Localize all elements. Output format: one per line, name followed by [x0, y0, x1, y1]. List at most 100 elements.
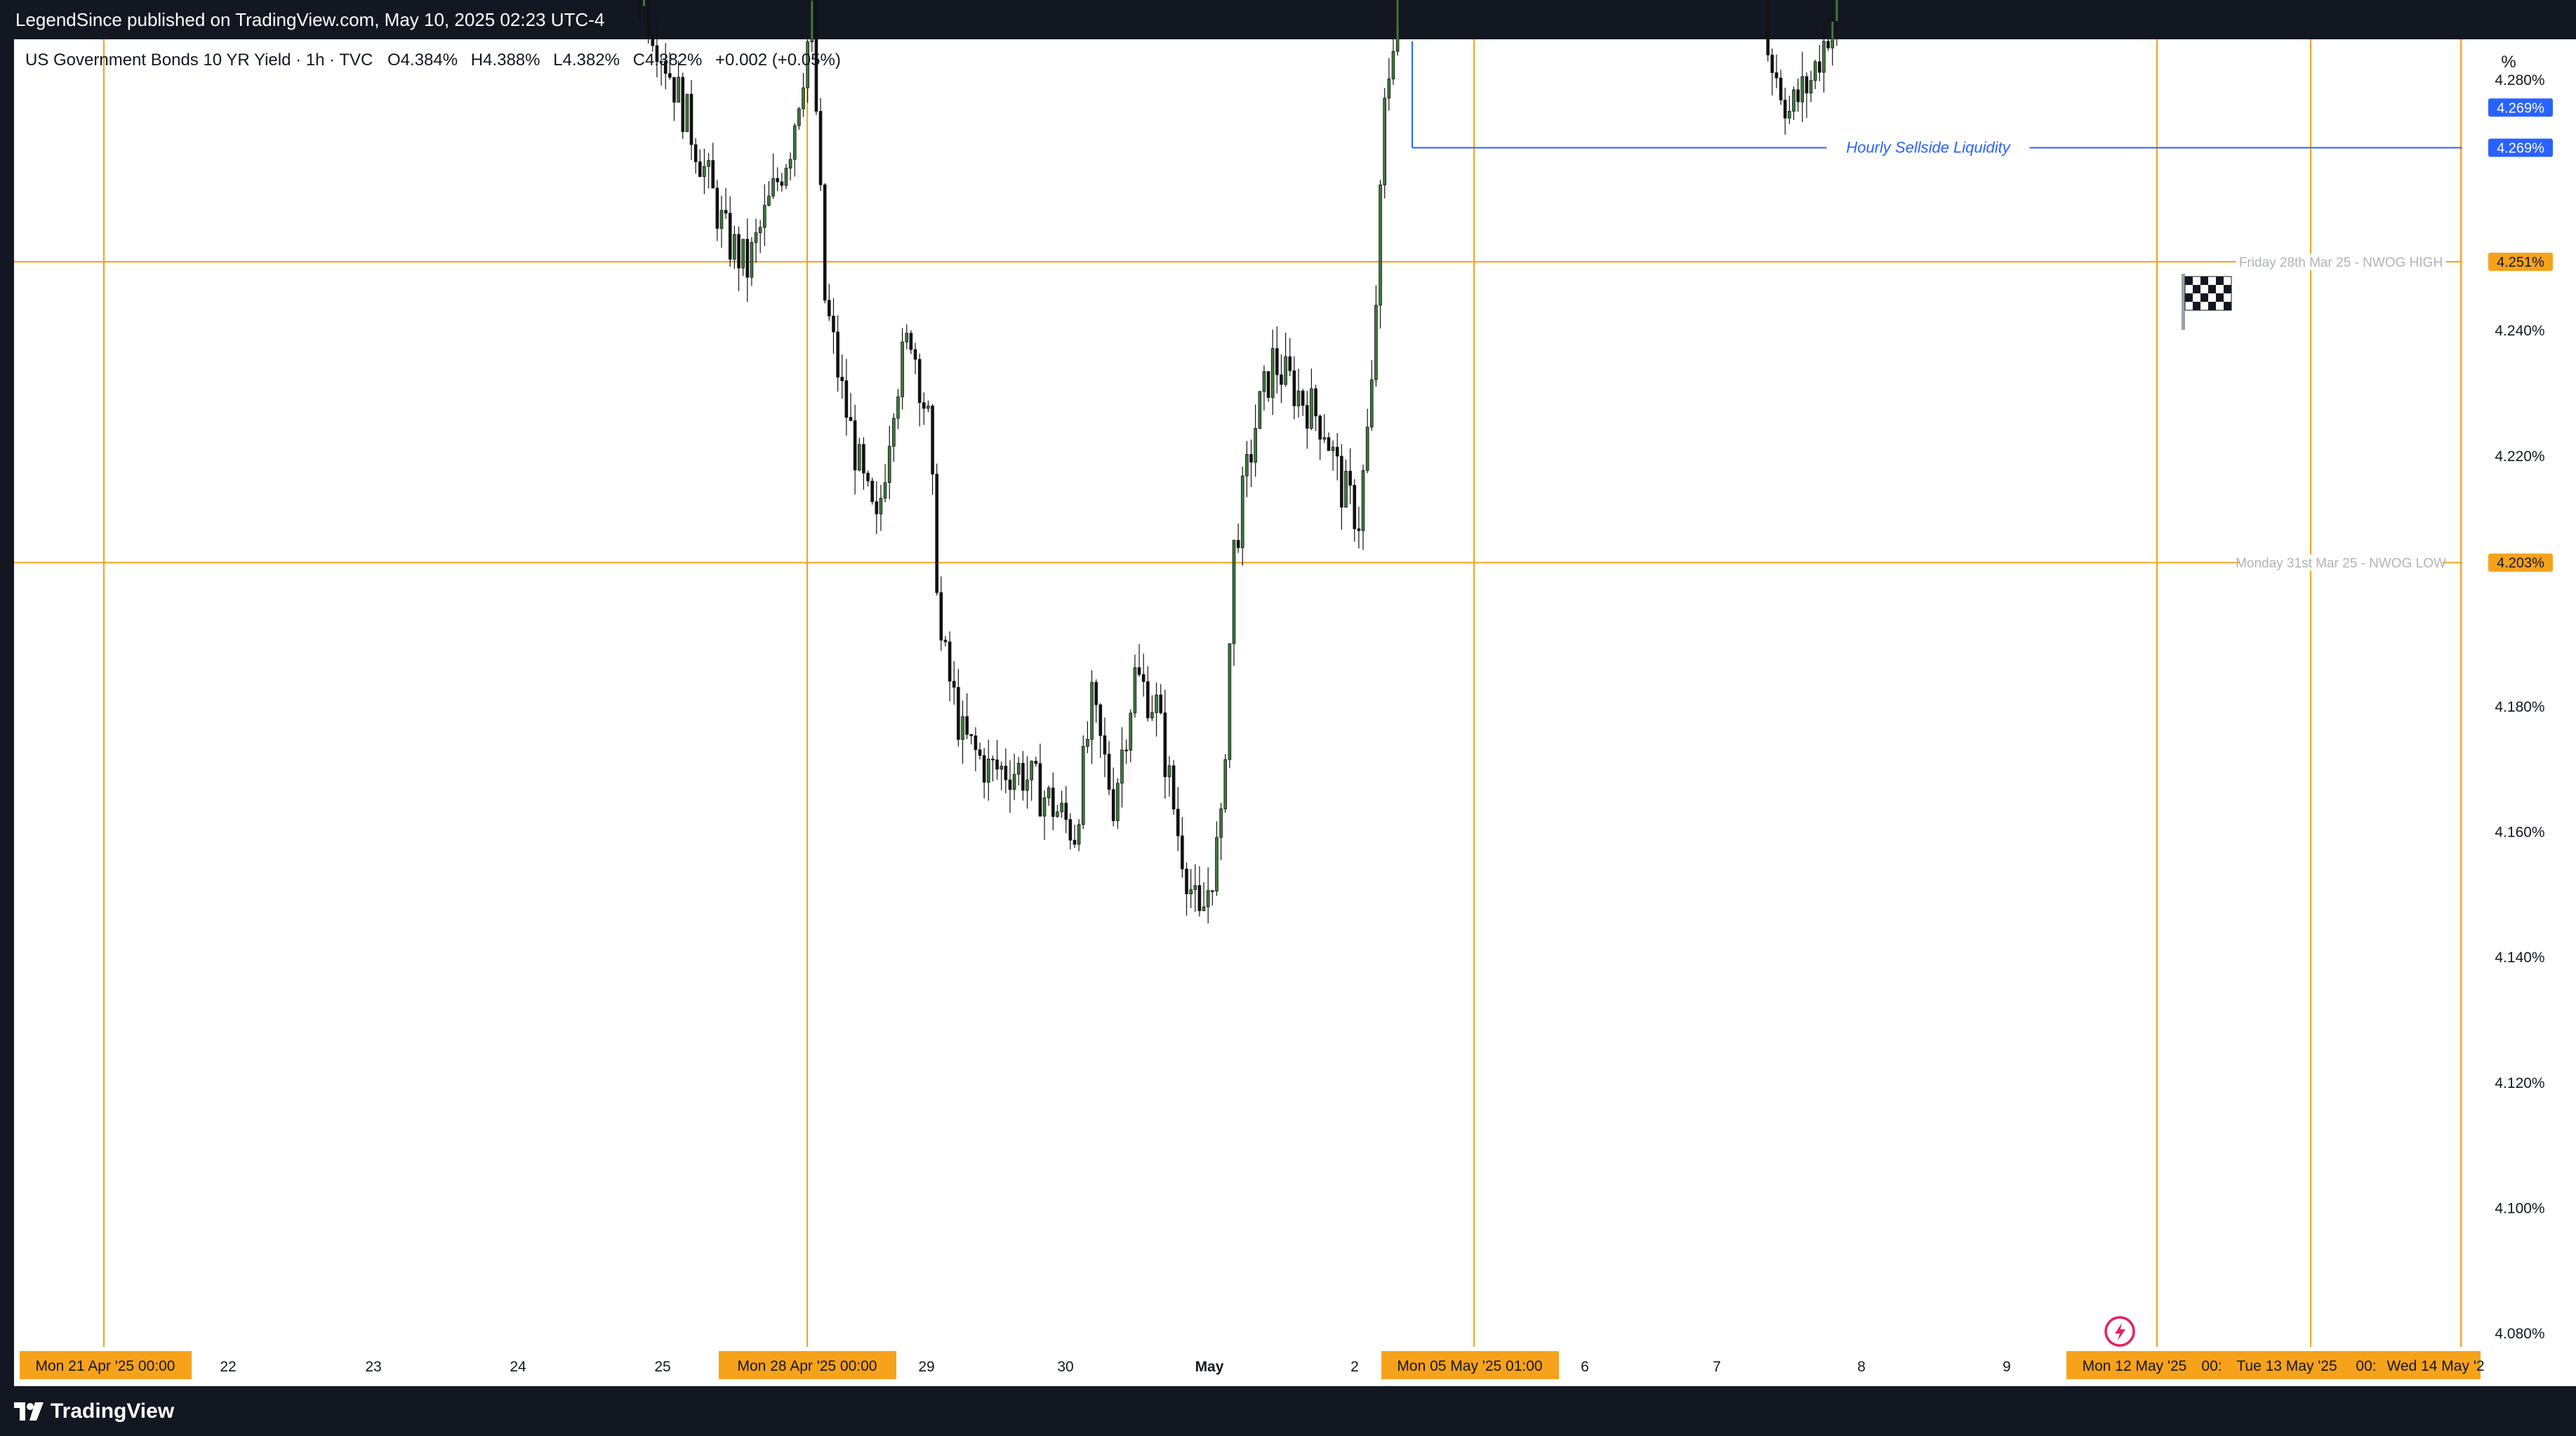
candle-body — [828, 300, 831, 317]
candle-body — [905, 333, 909, 343]
candle-body — [719, 210, 724, 229]
candle-body — [1301, 390, 1305, 406]
candle-body — [1181, 835, 1184, 870]
candle-body — [638, 0, 642, 7]
candle-body — [1171, 765, 1176, 810]
price-tag-label: 4.251% — [2497, 255, 2544, 270]
candle-body — [1310, 388, 1313, 429]
candle-body — [1223, 759, 1228, 809]
tradingview-logo-icon — [14, 1402, 44, 1421]
x-tick-label: 8 — [1857, 1359, 1866, 1375]
candle-body — [866, 472, 870, 481]
candle-body — [1318, 415, 1322, 440]
session-x-label: 00: — [2201, 1358, 2222, 1374]
y-tick-label: 4.240% — [2495, 323, 2544, 339]
candle-body — [1387, 78, 1391, 99]
candle-body — [1766, 0, 1770, 55]
candle-body — [1245, 454, 1249, 477]
candle-body — [1116, 783, 1120, 821]
price-chart[interactable]: Hourly Buyside LiquidityNDOG - Wed 23rd … — [0, 0, 2576, 1436]
candle-body — [1232, 540, 1236, 644]
candle-body — [840, 376, 844, 381]
candle-body — [1030, 761, 1033, 780]
candle-body — [1133, 667, 1137, 714]
plot-background — [14, 39, 2462, 1386]
candle-body — [818, 111, 823, 185]
candle-body — [974, 735, 978, 750]
candle-body — [1051, 787, 1055, 817]
candle-body — [875, 501, 879, 514]
candle-body — [1159, 694, 1162, 714]
candle-body — [965, 716, 969, 735]
candle-body — [1249, 454, 1253, 463]
candle-body — [1236, 540, 1240, 548]
candle-body — [750, 242, 754, 278]
candle-body — [1141, 674, 1146, 682]
candle-body — [991, 758, 995, 761]
candle-body — [698, 161, 702, 177]
candle-body — [1361, 470, 1365, 531]
candle-body — [931, 406, 934, 474]
candle-body — [862, 444, 865, 474]
candle-body — [1292, 370, 1296, 406]
x-axis[interactable]: 22 23 24 25 29 30 May 2 6 7 8 9 Mon 21 Apr '25 00:00… — [14, 1347, 2485, 1386]
candle-body — [823, 184, 827, 301]
candle-body — [1081, 745, 1085, 825]
candle-body — [1000, 766, 1004, 770]
price-tag-label: 4.269% — [2497, 100, 2544, 116]
candle-body — [1270, 348, 1275, 398]
candle-body — [883, 482, 887, 499]
candle-body — [849, 417, 853, 421]
candle-body — [917, 359, 922, 404]
candle-body — [1098, 704, 1103, 736]
candle-body — [943, 639, 948, 642]
candle-body — [1835, 0, 1839, 22]
tradingview-logo[interactable]: TradingView — [14, 1399, 174, 1424]
candle-body — [767, 195, 771, 206]
candle-body — [1038, 763, 1042, 817]
x-tick-label: 24 — [510, 1359, 526, 1375]
chart-title: US Government Bonds 10 YR Yield · 1h · T… — [25, 51, 373, 69]
candle-body — [1137, 667, 1141, 675]
candle-body — [1228, 643, 1232, 760]
candle-body — [780, 181, 784, 186]
x-tick-label: 7 — [1713, 1359, 1721, 1375]
candle-body — [969, 734, 974, 736]
candle-body — [1774, 72, 1779, 79]
candle-body — [1800, 76, 1805, 102]
y-tick-label: 4.220% — [2495, 448, 2544, 465]
candle-body — [1254, 427, 1257, 463]
candle-body — [1357, 528, 1361, 531]
candle-body — [1211, 890, 1214, 892]
candle-body — [1258, 391, 1262, 429]
candle-body — [763, 205, 766, 228]
candle-body — [1047, 787, 1051, 799]
high-label: H — [471, 51, 483, 69]
candle-body — [948, 641, 952, 682]
candle-body — [1296, 390, 1301, 406]
candle-body — [1185, 868, 1188, 894]
candle-body — [776, 178, 780, 182]
candle-body — [1103, 735, 1107, 754]
x-tick-label: May — [1195, 1359, 1224, 1375]
y-tick-label: 4.140% — [2495, 950, 2544, 966]
y-axis[interactable]: 4.460%4.440%4.420%4.340%4.320%4.300%4.28… — [2462, 0, 2576, 1386]
candle-body — [1077, 824, 1081, 845]
candle-body — [1094, 682, 1098, 705]
unit-label: % — [2501, 53, 2516, 72]
candle-body — [741, 239, 745, 269]
candle-body — [1146, 681, 1150, 719]
candle-body — [728, 213, 732, 260]
footer-bar: TradingView — [0, 1386, 2576, 1436]
candle-body — [733, 234, 736, 260]
candle-body — [870, 480, 874, 503]
candle-body — [1348, 470, 1352, 486]
candle-body — [1305, 405, 1309, 429]
x-tick-label: 25 — [654, 1359, 670, 1375]
candle-body — [1369, 379, 1374, 427]
candle-body — [651, 33, 655, 46]
candle-body — [788, 159, 792, 168]
candle-body — [987, 758, 990, 783]
candle-body — [703, 166, 706, 177]
candle-body — [1284, 356, 1287, 385]
